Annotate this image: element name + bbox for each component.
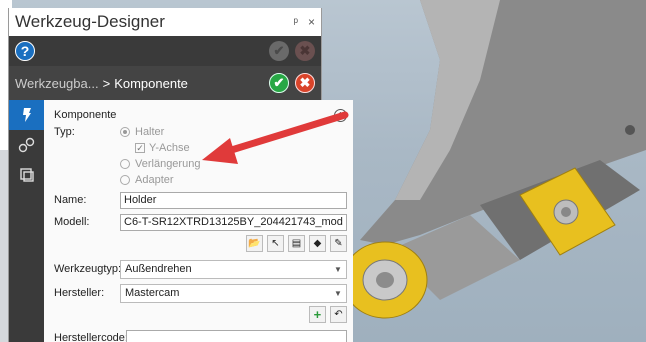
manufacturer-toolbar: + ↶ — [54, 306, 347, 326]
manufacturer-value: Mastercam — [125, 287, 180, 299]
name-input[interactable]: Holder — [120, 191, 347, 209]
edit-icon[interactable]: ✎ — [329, 235, 347, 252]
manufacturer-label: Hersteller: — [54, 287, 105, 299]
tool-type-select[interactable]: Außendrehen ▼ — [120, 259, 347, 279]
y-axis-label: Y-Achse — [149, 142, 190, 154]
annotation-arrow-icon — [202, 111, 349, 164]
name-row: Name: Holder — [54, 190, 347, 210]
radio-extension[interactable] — [120, 159, 130, 169]
manufacturer-code-row: Herstellercode: — [54, 328, 347, 342]
add-icon[interactable]: + — [308, 306, 326, 323]
manufacturer-code-label: Herstellercode: — [54, 332, 128, 342]
radio-holder-label: Halter — [135, 126, 165, 138]
tab-layers-icon[interactable] — [9, 160, 44, 190]
level-icon[interactable]: ▤ — [287, 235, 305, 252]
breadcrumb-current: Komponente — [114, 75, 188, 91]
ok-button-disabled: ✔ — [269, 41, 289, 61]
model-row: Modell: C6-T-SR12XTRD13125BY_204421743_m… — [54, 212, 347, 232]
side-tabs — [9, 100, 44, 342]
breadcrumb-parent[interactable]: Werkzeugba... — [15, 76, 99, 91]
model-input[interactable]: C6-T-SR12XTRD13125BY_204421743_mod — [120, 213, 347, 231]
panel-title: Werkzeug-Designer — [15, 12, 165, 31]
chevron-down-icon: ▼ — [334, 264, 342, 274]
ok-button[interactable]: ✔ — [269, 73, 289, 93]
model-label: Modell: — [54, 216, 90, 228]
tool-type-row: Werkzeugtyp: Außendrehen ▼ — [54, 259, 347, 279]
radio-adapter-label: Adapter — [135, 174, 174, 186]
y-axis-checkbox[interactable]: ✓ — [135, 143, 145, 153]
name-label: Name: — [54, 194, 87, 206]
holder-hole — [625, 125, 635, 135]
cancel-button[interactable]: ✖ — [295, 73, 315, 93]
chevron-down-icon: ▼ — [334, 288, 342, 298]
adapter-row: Adapter — [54, 172, 347, 188]
tool-type-label: Werkzeugtyp: — [54, 263, 122, 275]
type-label: Typ: — [54, 126, 75, 138]
manufacturer-select[interactable]: Mastercam ▼ — [120, 283, 347, 303]
close-icon[interactable]: × — [308, 15, 315, 29]
manufacturer-code-input[interactable] — [126, 329, 347, 342]
radio-extension-label: Verlängerung — [135, 158, 201, 170]
select-icon[interactable]: ↖ — [266, 235, 284, 252]
tab-links-icon[interactable] — [9, 130, 44, 160]
breadcrumb-separator: > — [102, 75, 111, 91]
layers-icon — [19, 168, 34, 182]
help-bar: ? ✔ ✖ — [9, 36, 321, 66]
manufacturer-row: Hersteller: Mastercam ▼ — [54, 283, 347, 303]
tool-type-value: Außendrehen — [125, 263, 192, 275]
tab-tool-icon[interactable] — [9, 100, 44, 130]
open-folder-icon[interactable]: 📂 — [245, 235, 263, 252]
breadcrumb: Werkzeugba... > Komponente ✔ ✖ — [9, 66, 321, 100]
help-icon[interactable]: ? — [15, 41, 35, 61]
links-icon — [18, 137, 34, 153]
solid-icon[interactable]: ◆ — [308, 235, 326, 252]
undo-icon[interactable]: ↶ — [329, 306, 347, 323]
insert-screw-head — [561, 207, 571, 217]
panel-title-bar: Werkzeug-Designer ᵖ × — [9, 8, 321, 36]
pin-icon[interactable]: ᵖ — [293, 15, 298, 29]
cancel-button-disabled: ✖ — [295, 41, 315, 61]
tool-icon — [22, 108, 31, 122]
tool-designer-panel: Werkzeug-Designer ᵖ × ? ✔ ✖ Werkzeugba..… — [8, 8, 353, 342]
model-toolbar: 📂 ↖ ▤ ◆ ✎ — [54, 235, 347, 255]
insert-round-screw-head — [376, 272, 394, 288]
radio-holder[interactable] — [120, 127, 130, 137]
radio-adapter[interactable] — [120, 175, 130, 185]
